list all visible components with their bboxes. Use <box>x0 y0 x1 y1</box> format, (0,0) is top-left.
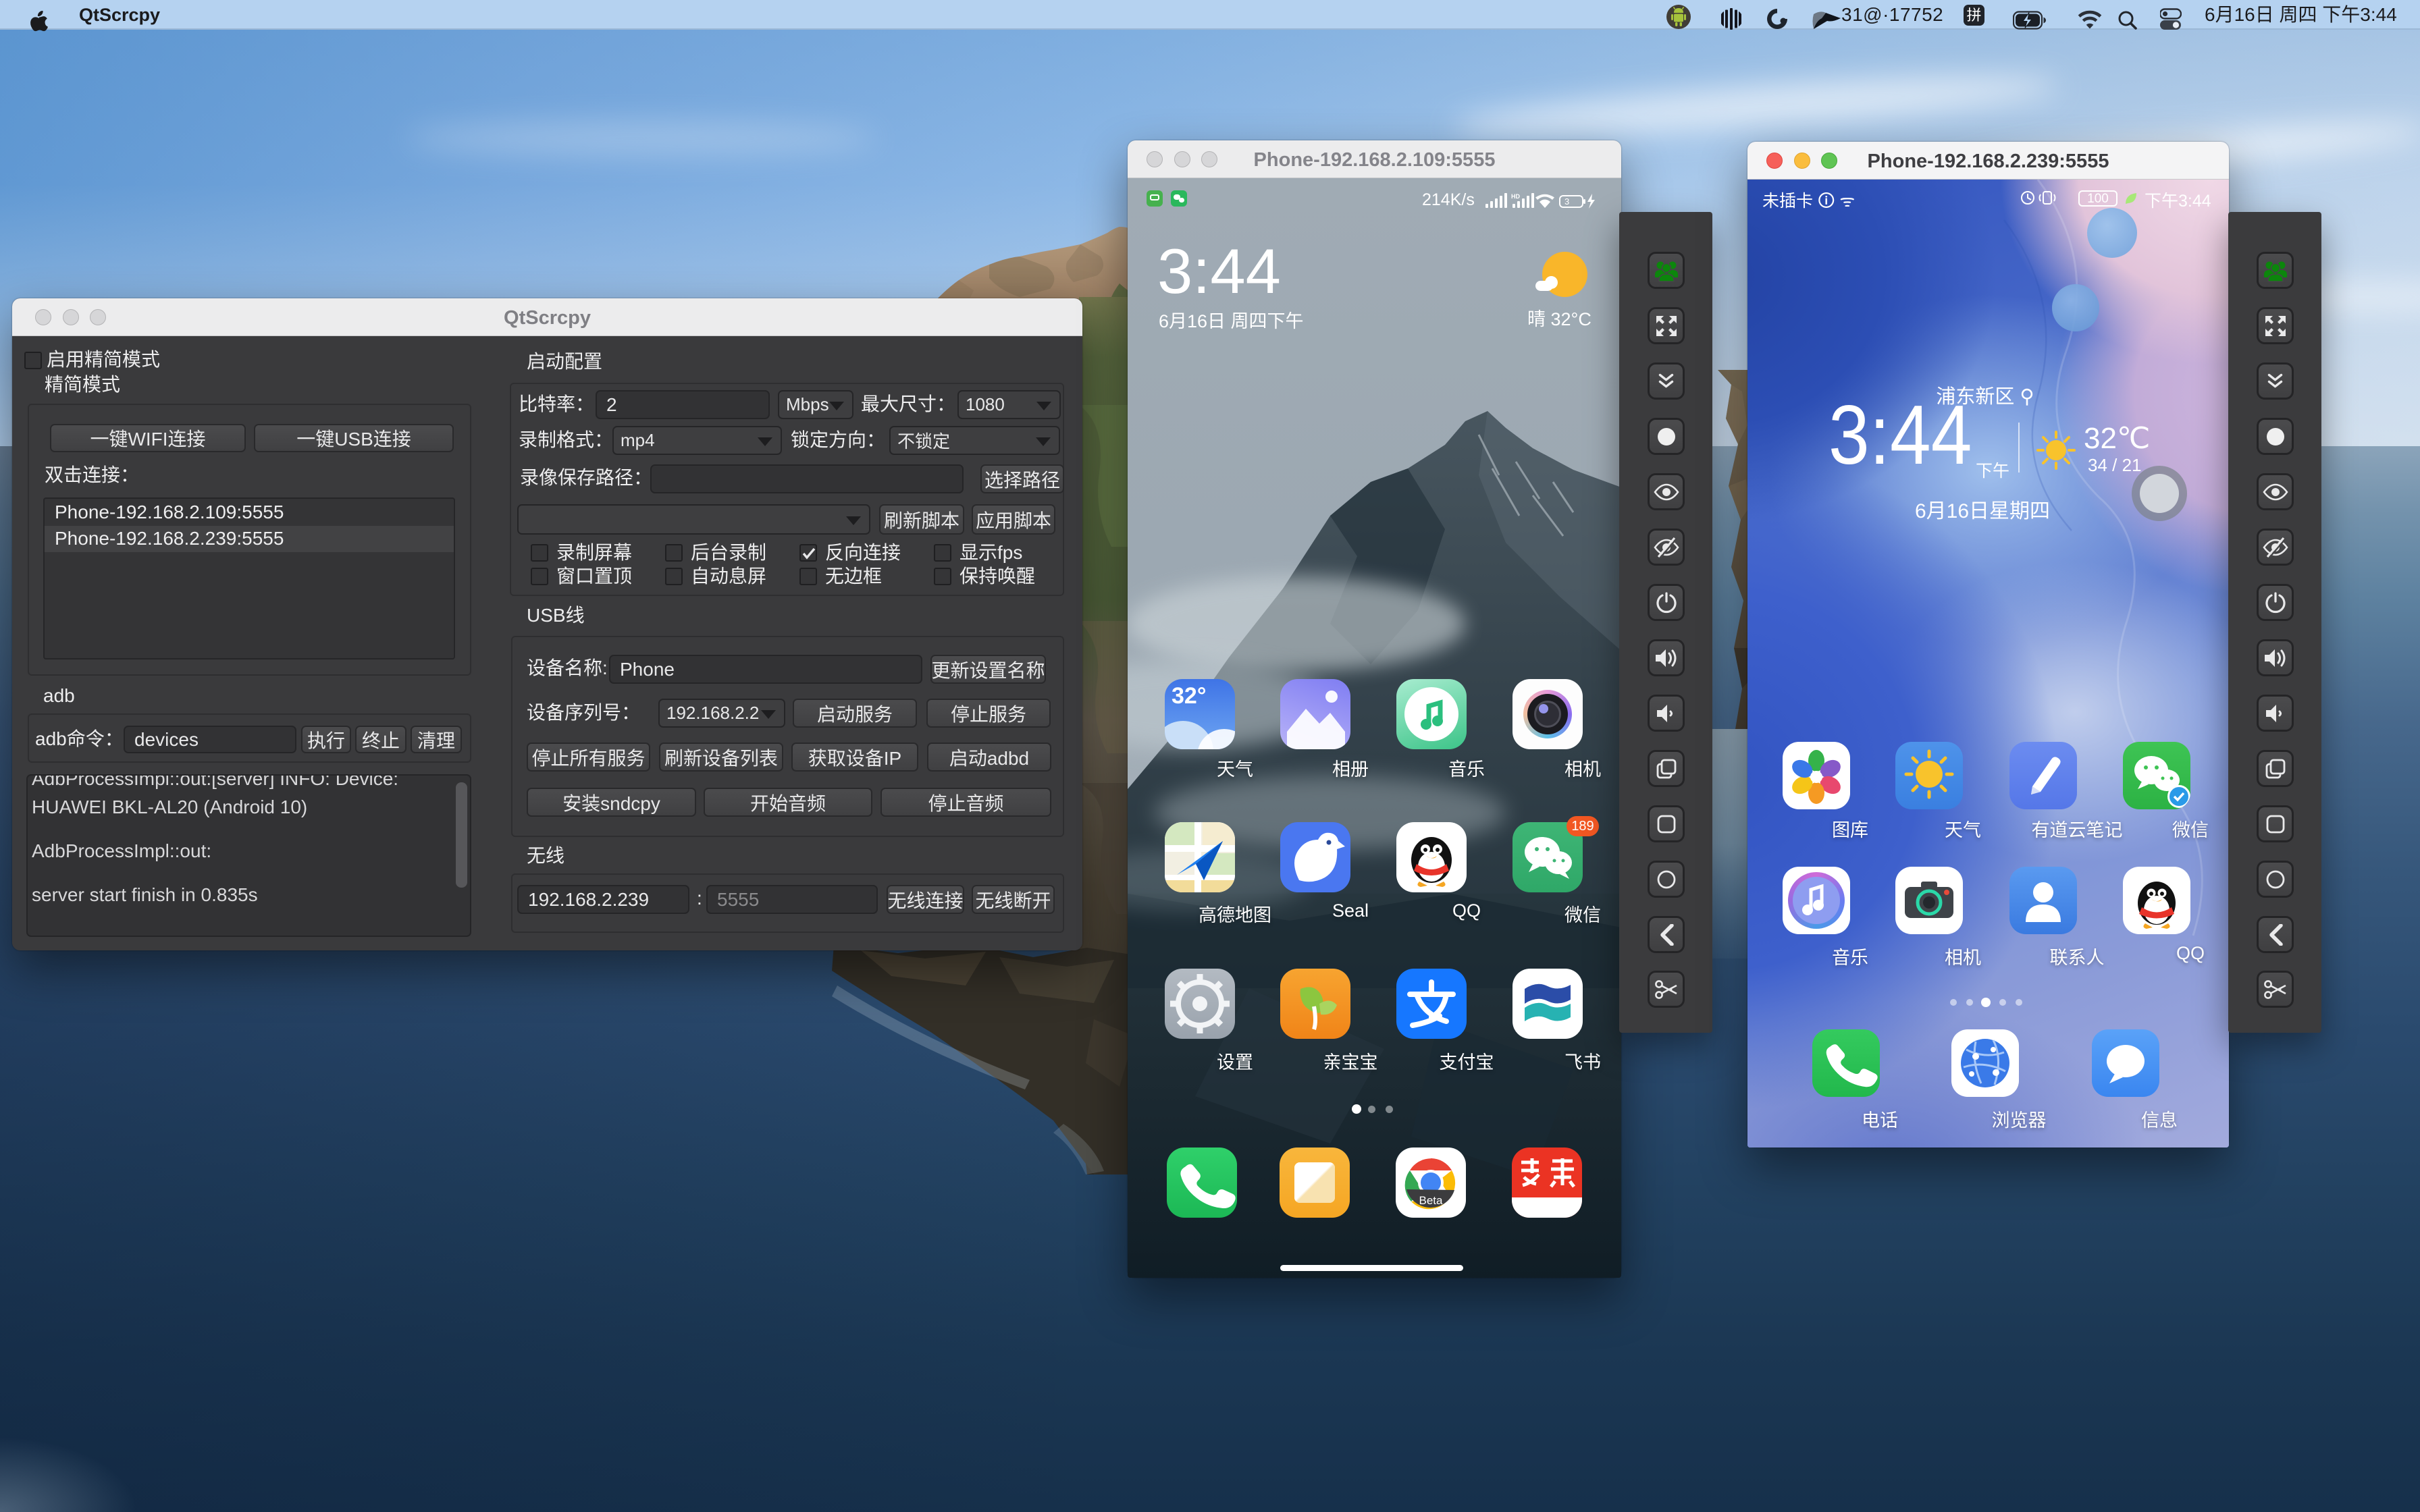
svg-text:3: 3 <box>1564 196 1569 207</box>
svg-text:Beta: Beta <box>1419 1194 1444 1207</box>
svg-text:HD: HD <box>1511 193 1520 200</box>
